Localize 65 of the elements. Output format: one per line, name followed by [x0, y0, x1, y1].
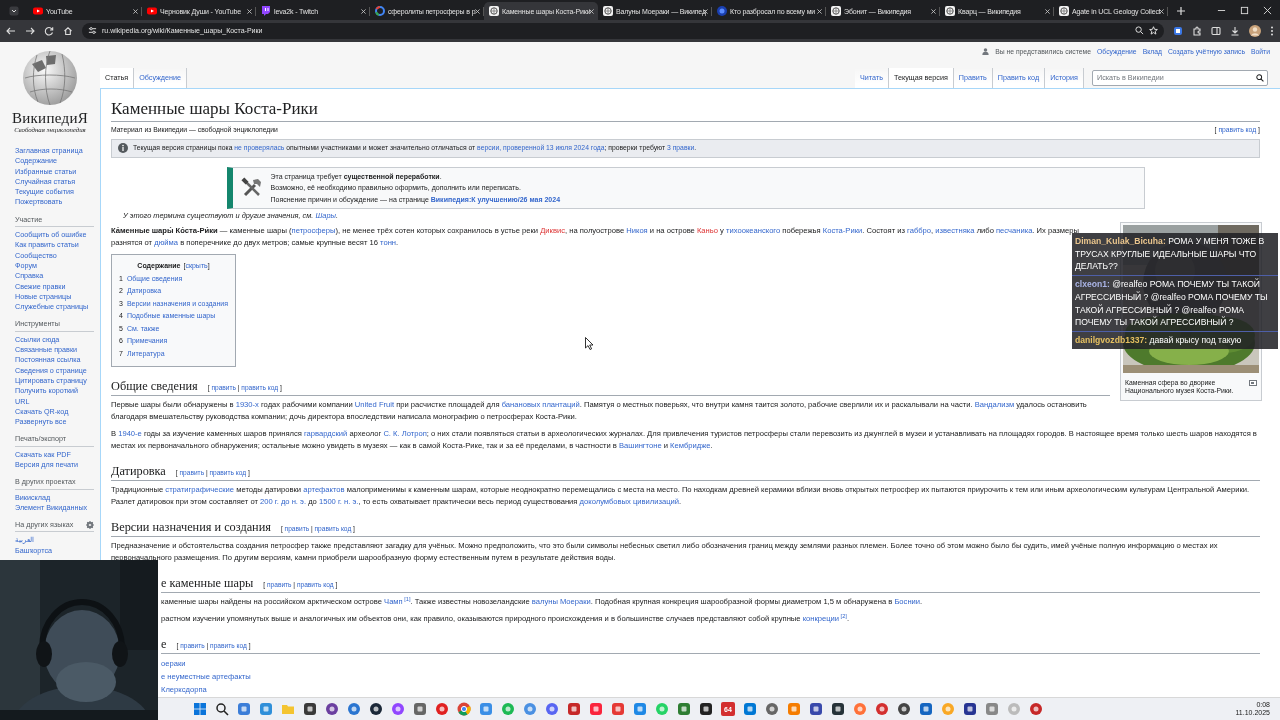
app-icon[interactable]	[897, 702, 911, 716]
section-heading: е каменные шары	[161, 575, 254, 592]
section-heading: е	[161, 636, 167, 653]
close-icon[interactable]	[360, 7, 367, 15]
chat-message: danilgvozdb1337: давай крысу под такую	[1074, 333, 1243, 347]
zoom-icon[interactable]	[1135, 26, 1144, 36]
sidebar-icon[interactable]	[1211, 26, 1221, 36]
site-icon	[717, 6, 727, 16]
youtube-icon	[147, 6, 157, 16]
wordmark: ВикипедиЯ	[11, 109, 89, 126]
close-icon[interactable]	[816, 7, 823, 15]
enlarge-icon[interactable]	[1249, 379, 1257, 386]
close-icon[interactable]	[132, 7, 139, 15]
avatar-icon[interactable]	[1249, 25, 1261, 37]
search-icon[interactable]	[1256, 73, 1264, 82]
info-icon	[118, 143, 128, 154]
menu-icon[interactable]	[1270, 26, 1274, 36]
home-icon[interactable]	[63, 26, 73, 36]
google-icon	[375, 6, 385, 16]
close-icon[interactable]	[1263, 5, 1272, 15]
forward-icon[interactable]	[25, 26, 35, 36]
app-icon[interactable]	[303, 702, 317, 716]
reload-icon[interactable]	[44, 26, 54, 36]
gear-icon[interactable]	[86, 521, 94, 530]
chat-username: Diman_Kulak_Bicuha:	[1075, 236, 1166, 246]
globe-logo-icon	[22, 49, 78, 106]
star-icon[interactable]	[1149, 26, 1158, 36]
site-info-icon[interactable]	[88, 26, 97, 36]
page-title: Каменные шары Коста-Рики	[111, 97, 1260, 122]
back-icon[interactable]	[6, 26, 16, 36]
globe-icon	[603, 6, 613, 16]
new-tab-icon[interactable]	[1176, 6, 1186, 16]
maximize-icon[interactable]	[1240, 5, 1249, 15]
globe-icon	[1059, 6, 1069, 16]
chat-message: clxeon1: @realfeo РОМА ПОЧЕМУ ТЫ ТАКОЙ АГРЕССИВНЫЙ ? @realfeo РОМА ПОЧЕМУ ТЫ ТАКОЙ АГРЕССИВНЫЙ ? @realfeo РОМА ПОЧЕМУ ТЫ ТАКОЙ АГРЕССИВНЫЙ ?	[1072, 276, 1278, 332]
browser-icon[interactable]	[457, 702, 471, 716]
globe-icon	[945, 6, 955, 16]
chat-bubble-icon	[261, 6, 271, 16]
chat-message: Diman_Kulak_Bicuha: РОМА У МЕНЯ ТОЖЕ В ТРУСАХ КРУГЛЫЕ ИДЕАЛЬНЫЕ ШАРЫ ЧТО ДЕЛАТЬ??	[1072, 233, 1278, 277]
section-heading: Датировка	[111, 463, 166, 480]
close-icon[interactable]	[474, 7, 481, 15]
close-icon[interactable]	[1044, 7, 1051, 15]
tab-search-icon[interactable]	[9, 6, 19, 16]
download-icon[interactable]	[1230, 26, 1240, 36]
cursor-icon	[585, 336, 594, 350]
close-icon[interactable]	[246, 7, 253, 15]
youtube-icon	[33, 6, 43, 16]
section-heading: Общие сведения	[111, 378, 198, 395]
chat-username: clxeon1:	[1075, 279, 1110, 290]
app-icon[interactable]	[325, 702, 339, 716]
extension-icon[interactable]	[1173, 26, 1183, 36]
globe-icon	[831, 6, 841, 16]
windows-icon[interactable]	[193, 702, 207, 716]
app-icon[interactable]	[963, 702, 977, 716]
section-heading: Версии назначения и создания	[111, 519, 271, 536]
search-icon[interactable]	[215, 702, 229, 716]
chat-username: danilgvozdb1337:	[1075, 334, 1148, 345]
app-icon[interactable]	[831, 702, 845, 716]
close-icon[interactable]	[930, 7, 937, 15]
app-icon[interactable]	[699, 702, 713, 716]
globe-icon	[489, 6, 499, 16]
user-icon	[982, 48, 990, 56]
puzzle-icon[interactable]	[1192, 26, 1202, 36]
app-icon[interactable]	[809, 702, 823, 716]
app-icon[interactable]	[369, 702, 383, 716]
